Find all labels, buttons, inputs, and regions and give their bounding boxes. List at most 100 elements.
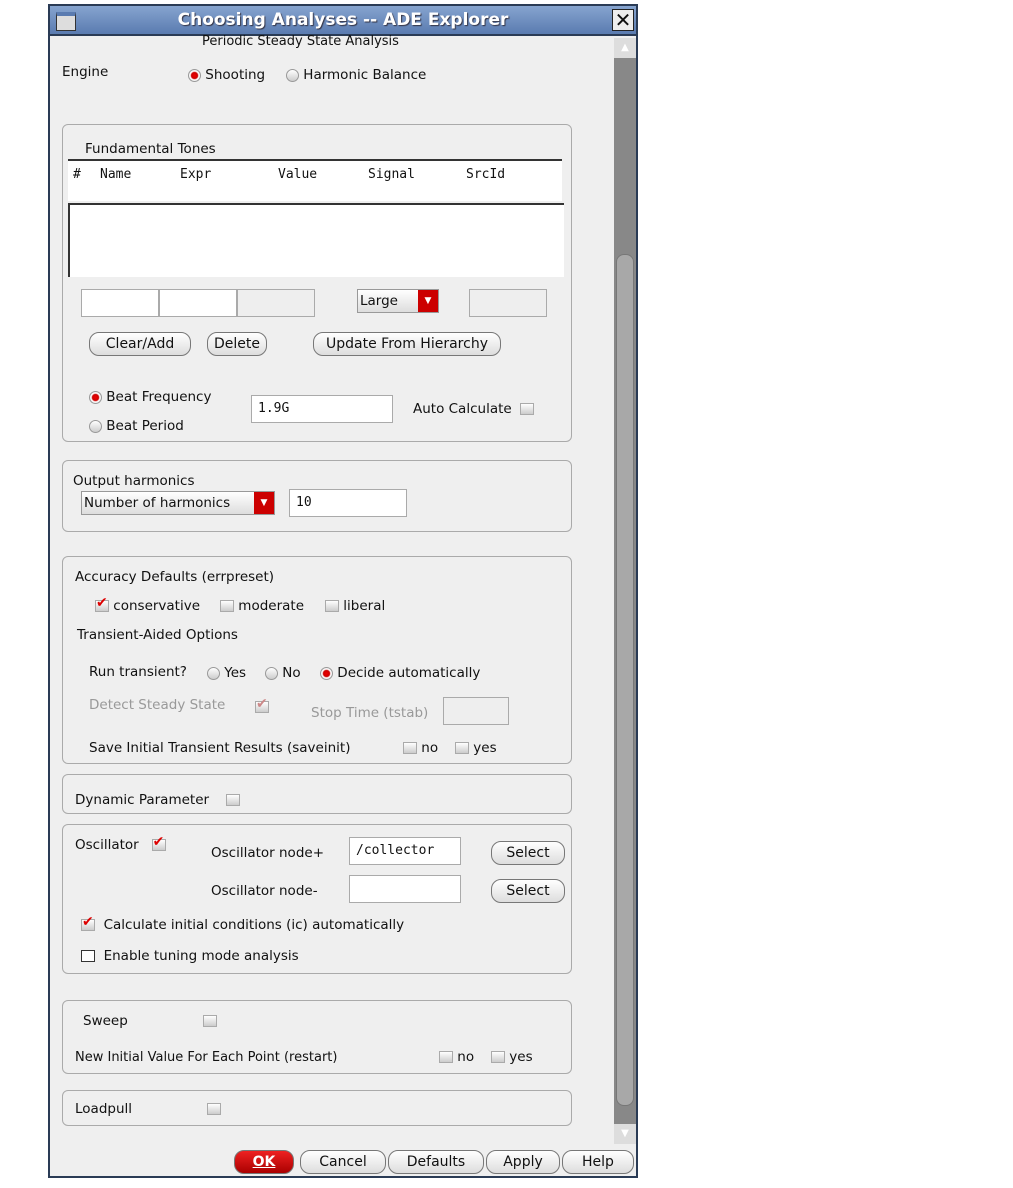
stop-time-input xyxy=(443,697,509,725)
apply-button[interactable]: Apply xyxy=(486,1150,560,1174)
accuracy-group: Accuracy Defaults (errpreset) conservati… xyxy=(62,556,572,764)
oscillator-group: Oscillator Oscillator node+ /collector S… xyxy=(62,824,572,974)
checkbox-icon xyxy=(255,696,269,713)
scroll-up-arrow-icon[interactable]: ▲ xyxy=(614,38,636,58)
engine-shooting-radio[interactable]: Shooting xyxy=(188,67,265,83)
saveinit-yes-checkbox[interactable]: yes xyxy=(455,740,497,756)
auto-calculate-checkbox[interactable]: Auto Calculate xyxy=(413,401,535,417)
clear-add-button[interactable]: Clear/Add xyxy=(89,332,191,356)
node-plus-input[interactable]: /collector xyxy=(349,837,461,865)
checkbox-label: Enable tuning mode analysis xyxy=(103,948,299,964)
detect-steady-state-checkbox xyxy=(255,696,269,715)
close-button[interactable]: ✕ xyxy=(612,9,634,31)
radio-icon xyxy=(188,68,201,82)
radio-label: Yes xyxy=(224,665,247,681)
checkbox-icon xyxy=(81,914,95,931)
checkbox-label: moderate xyxy=(238,598,305,614)
beat-value-input[interactable]: 1.9G xyxy=(251,395,393,423)
checkbox-icon xyxy=(520,403,535,415)
run-no-radio[interactable]: No xyxy=(265,665,301,681)
sweep-label: Sweep xyxy=(83,1013,128,1029)
calc-ic-checkbox[interactable]: Calculate initial conditions (ic) automa… xyxy=(81,914,404,933)
checkbox-label: Auto Calculate xyxy=(413,401,512,417)
run-yes-radio[interactable]: Yes xyxy=(207,665,246,681)
col-header: Name xyxy=(100,167,132,182)
tone-size-select[interactable]: Large ▼ xyxy=(357,289,439,313)
tone-srcid-input xyxy=(469,289,547,317)
checkbox-icon xyxy=(491,1051,505,1063)
dialog-window: Choosing Analyses -- ADE Explorer ✕ Peri… xyxy=(48,4,638,1178)
beat-frequency-radio[interactable]: Beat Frequency xyxy=(89,389,211,405)
loadpull-group: Loadpull xyxy=(62,1090,572,1126)
delete-button[interactable]: Delete xyxy=(207,332,267,356)
checkbox-icon xyxy=(203,1015,217,1027)
scrollbar-thumb[interactable] xyxy=(616,254,634,1106)
stop-time-label: Stop Time (tstab) xyxy=(311,705,429,721)
section-header: Periodic Steady State Analysis xyxy=(202,34,399,49)
node-minus-input[interactable] xyxy=(349,875,461,903)
radio-label: Decide automatically xyxy=(337,665,481,681)
beat-period-radio[interactable]: Beat Period xyxy=(89,418,184,434)
checkbox-icon xyxy=(207,1103,221,1115)
tones-table-body[interactable] xyxy=(68,203,564,277)
radio-icon xyxy=(89,419,102,433)
restart-no-checkbox[interactable]: no xyxy=(439,1049,474,1065)
harmonics-value-input[interactable]: 10 xyxy=(289,489,407,517)
sweep-checkbox[interactable] xyxy=(203,1013,217,1029)
radio-label: No xyxy=(282,665,301,681)
checkbox-label: no xyxy=(421,740,439,756)
defaults-button[interactable]: Defaults xyxy=(388,1150,484,1174)
checkbox-icon xyxy=(325,600,339,612)
harmonics-mode-select[interactable]: Number of harmonics ▼ xyxy=(81,491,275,515)
checkbox-icon xyxy=(439,1051,453,1063)
node-minus-select-button[interactable]: Select xyxy=(491,879,565,903)
checkbox-label: conservative xyxy=(113,598,201,614)
chevron-down-icon: ▼ xyxy=(418,290,438,312)
checkbox-label: liberal xyxy=(343,598,386,614)
radio-label: Beat Frequency xyxy=(106,389,212,405)
checkbox-icon xyxy=(220,600,234,612)
cancel-button[interactable]: Cancel xyxy=(300,1150,386,1174)
dynamic-parameter-group: Dynamic Parameter xyxy=(62,774,572,814)
node-plus-select-button[interactable]: Select xyxy=(491,841,565,865)
oscillator-checkbox[interactable]: Oscillator xyxy=(75,834,166,853)
saveinit-no-checkbox[interactable]: no xyxy=(403,740,438,756)
fundamental-tones-group: Fundamental Tones # Name Expr Value Sign… xyxy=(62,124,572,442)
col-header: Value xyxy=(278,167,318,182)
checkbox-icon xyxy=(455,742,469,754)
radio-icon xyxy=(320,666,333,680)
tone-name-input[interactable] xyxy=(81,289,159,317)
checkbox-icon xyxy=(403,742,417,754)
engine-hb-radio[interactable]: Harmonic Balance xyxy=(286,67,426,83)
tones-table-header: # Name Expr Value Signal SrcId xyxy=(68,159,562,201)
restart-yes-checkbox[interactable]: yes xyxy=(491,1049,533,1065)
help-button[interactable]: Help xyxy=(562,1150,634,1174)
moderate-checkbox[interactable]: moderate xyxy=(220,598,304,614)
select-value: Large xyxy=(360,293,398,309)
subgroup-title: Transient-Aided Options xyxy=(77,627,238,643)
loadpull-checkbox[interactable] xyxy=(207,1101,221,1117)
sweep-group: Sweep New Initial Value For Each Point (… xyxy=(62,1000,572,1074)
tone-value-input xyxy=(237,289,315,317)
conservative-checkbox[interactable]: conservative xyxy=(95,595,201,614)
update-from-hierarchy-button[interactable]: Update From Hierarchy xyxy=(313,332,501,356)
col-header: SrcId xyxy=(466,167,506,182)
ok-button[interactable]: OK xyxy=(234,1150,294,1174)
dynamic-parameter-checkbox[interactable]: Dynamic Parameter xyxy=(75,792,241,808)
run-auto-radio[interactable]: Decide automatically xyxy=(320,665,480,681)
scroll-down-arrow-icon[interactable]: ▼ xyxy=(614,1124,636,1144)
tuning-mode-checkbox[interactable]: Enable tuning mode analysis xyxy=(81,948,299,964)
radio-icon xyxy=(265,666,278,680)
group-title: Output harmonics xyxy=(73,473,195,489)
radio-icon xyxy=(89,390,102,404)
checkbox-label: yes xyxy=(473,740,497,756)
liberal-checkbox[interactable]: liberal xyxy=(325,598,385,614)
radio-label: Shooting xyxy=(205,67,266,83)
checkbox-icon xyxy=(226,794,241,806)
radio-icon xyxy=(286,68,299,82)
tone-expr-input[interactable] xyxy=(159,289,237,317)
title-bar[interactable]: Choosing Analyses -- ADE Explorer ✕ xyxy=(50,6,636,36)
vertical-scrollbar[interactable]: ▲ ▼ xyxy=(614,38,636,1144)
chevron-down-icon: ▼ xyxy=(254,492,274,514)
checkbox-icon xyxy=(95,595,109,612)
